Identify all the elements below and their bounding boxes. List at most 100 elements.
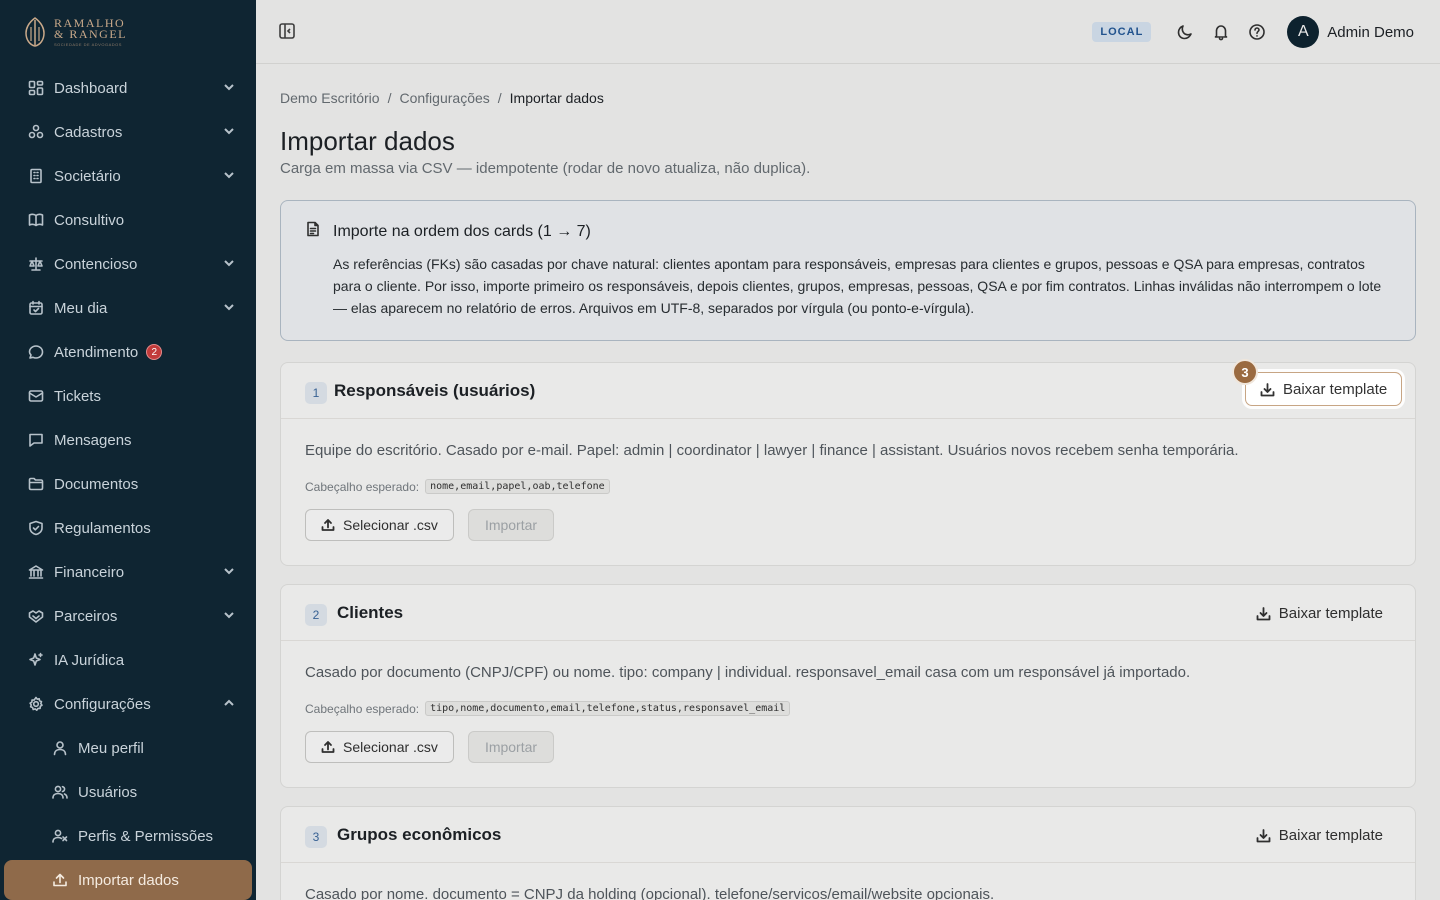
expected-header-code: tipo,nome,documento,email,telefone,statu… bbox=[425, 701, 791, 716]
breadcrumb-item[interactable]: Configurações bbox=[399, 90, 489, 106]
download-template-label: Baixar template bbox=[1283, 380, 1388, 398]
user-icon bbox=[51, 739, 69, 757]
import-button[interactable]: Importar bbox=[468, 509, 554, 541]
sidebar-subitem-importar-dados[interactable]: Importar dados bbox=[4, 860, 252, 900]
sidebar-item-cadastros[interactable]: Cadastros bbox=[0, 110, 256, 154]
help-icon[interactable] bbox=[1239, 16, 1275, 48]
breadcrumb-item[interactable]: Demo Escritório bbox=[280, 90, 380, 106]
sidebar-item-parceiros[interactable]: Parceiros bbox=[0, 594, 256, 638]
sidebar-item-financeiro[interactable]: Financeiro bbox=[0, 550, 256, 594]
expected-header-code: nome,email,papel,oab,telefone bbox=[425, 479, 610, 494]
sidebar-item-ia-juridica[interactable]: IA Jurídica bbox=[0, 638, 256, 682]
select-csv-button[interactable]: Selecionar .csv bbox=[305, 509, 454, 541]
sidebar-item-label: Tickets bbox=[54, 387, 101, 405]
user-cog-icon bbox=[51, 827, 69, 845]
chevron-down-icon bbox=[222, 80, 236, 94]
user-name[interactable]: Admin Demo bbox=[1327, 24, 1414, 41]
bell-icon[interactable] bbox=[1203, 16, 1239, 48]
download-template-button[interactable]: Baixar template bbox=[1242, 596, 1397, 630]
avatar[interactable]: A bbox=[1287, 16, 1320, 48]
step-number: 2 bbox=[305, 604, 327, 626]
tour-step-badge: 3 bbox=[1232, 359, 1258, 385]
download-template-button-highlighted[interactable]: Baixar template bbox=[1245, 372, 1403, 406]
sparkle-icon bbox=[27, 651, 45, 669]
import-button[interactable]: Importar bbox=[468, 731, 554, 763]
card-description: Casado por documento (CNPJ/CPF) ou nome.… bbox=[305, 664, 1191, 681]
sidebar-item-contencioso[interactable]: Contencioso bbox=[0, 242, 256, 286]
gear-icon bbox=[27, 695, 45, 713]
info-callout: Importe na ordem dos cards (1 → 7) As re… bbox=[280, 200, 1416, 341]
sidebar-item-label: Cadastros bbox=[54, 123, 123, 141]
upload-icon bbox=[51, 871, 69, 889]
moon-icon[interactable] bbox=[1167, 16, 1203, 48]
chevron-down-icon bbox=[222, 256, 236, 270]
sidebar-toggle-icon[interactable] bbox=[278, 22, 298, 42]
sidebar-item-label: IA Jurídica bbox=[54, 651, 125, 669]
brand-logo[interactable]: RAMALHO & RANGEL SOCIEDADE DE ADVOGADOS bbox=[0, 0, 256, 64]
breadcrumb-separator: / bbox=[497, 90, 502, 106]
page-subtitle: Carga em massa via CSV — idempotente (ro… bbox=[280, 160, 811, 177]
select-csv-label: Selecionar .csv bbox=[343, 739, 438, 755]
sidebar-subitem-perfis-permissoes[interactable]: Perfis & Permissões bbox=[0, 814, 256, 858]
upload-icon bbox=[321, 519, 335, 531]
sidebar-item-label: Mensagens bbox=[54, 431, 132, 449]
sidebar-item-atendimento[interactable]: Atendimento 2 bbox=[0, 330, 256, 374]
download-template-label: Baixar template bbox=[1278, 604, 1383, 622]
chat-icon bbox=[27, 343, 45, 361]
logo-mark-icon bbox=[25, 17, 45, 47]
card-title: Grupos econômicos bbox=[337, 825, 502, 844]
folder-icon bbox=[27, 475, 45, 493]
sidebar-item-consultivo[interactable]: Consultivo bbox=[0, 198, 256, 242]
sidebar-item-label: Documentos bbox=[54, 475, 139, 493]
sidebar-subitem-meu-perfil[interactable]: Meu perfil bbox=[0, 726, 256, 770]
step-number: 3 bbox=[305, 826, 327, 848]
top-header: LOCAL A Admin Demo bbox=[256, 0, 1440, 64]
info-body: As referências (FKs) são casadas por cha… bbox=[333, 256, 1382, 316]
sidebar-item-label: Regulamentos bbox=[54, 519, 151, 537]
sidebar-item-label: Consultivo bbox=[54, 211, 125, 229]
file-text-icon bbox=[305, 221, 323, 239]
expected-header-label: Cabeçalho esperado: bbox=[305, 479, 420, 494]
sidebar-item-label: Configurações bbox=[54, 695, 151, 713]
expected-header: Cabeçalho esperado: tipo,nome,documento,… bbox=[305, 701, 791, 716]
card-description: Casado por nome. documento = CNPJ da hol… bbox=[305, 886, 995, 900]
sidebar: RAMALHO & RANGEL SOCIEDADE DE ADVOGADOS … bbox=[0, 0, 256, 900]
chevron-down-icon bbox=[222, 564, 236, 578]
brand-line2: & RANGEL bbox=[54, 26, 127, 41]
sidebar-item-label: Atendimento bbox=[54, 343, 139, 361]
sidebar-item-label: Contencioso bbox=[54, 255, 138, 273]
chevron-down-icon bbox=[222, 300, 236, 314]
select-csv-button[interactable]: Selecionar .csv bbox=[305, 731, 454, 763]
bank-icon bbox=[27, 563, 45, 581]
sidebar-item-documentos[interactable]: Documentos bbox=[0, 462, 256, 506]
sidebar-item-configuracoes[interactable]: Configurações bbox=[0, 682, 256, 726]
sidebar-nav: Dashboard Cadastros Societário Consultiv… bbox=[0, 66, 256, 900]
building-icon bbox=[27, 167, 45, 185]
sidebar-item-societario[interactable]: Societário bbox=[0, 154, 256, 198]
page-title: Importar dados bbox=[280, 126, 455, 156]
header-actions: LOCAL A Admin Demo bbox=[1092, 16, 1414, 48]
sidebar-item-tickets[interactable]: Tickets bbox=[0, 374, 256, 418]
sidebar-item-label: Meu perfil bbox=[78, 739, 144, 757]
card-header: 3 Grupos econômicos Baixar template bbox=[281, 807, 1415, 863]
chevron-down-icon bbox=[222, 124, 236, 138]
step-number: 1 bbox=[305, 382, 327, 404]
download-template-button[interactable]: Baixar template bbox=[1242, 818, 1397, 852]
breadcrumb: Demo Escritório / Configurações / Import… bbox=[280, 90, 604, 106]
sidebar-item-meu-dia[interactable]: Meu dia bbox=[0, 286, 256, 330]
sidebar-item-label: Perfis & Permissões bbox=[78, 827, 214, 845]
sidebar-item-mensagens[interactable]: Mensagens bbox=[0, 418, 256, 462]
users-icon bbox=[51, 783, 69, 801]
upload-icon bbox=[321, 741, 335, 753]
sidebar-item-dashboard[interactable]: Dashboard bbox=[0, 66, 256, 110]
expected-header: Cabeçalho esperado: nome,email,papel,oab… bbox=[305, 479, 610, 494]
book-icon bbox=[27, 211, 45, 229]
dashboard-icon bbox=[27, 79, 45, 97]
sidebar-item-label: Usuários bbox=[78, 783, 138, 801]
chevron-down-icon bbox=[222, 608, 236, 622]
card-title: Responsáveis (usuários) bbox=[334, 381, 536, 400]
card-header: 2 Clientes Baixar template bbox=[281, 585, 1415, 641]
sidebar-item-regulamentos[interactable]: Regulamentos bbox=[0, 506, 256, 550]
sidebar-item-label: Dashboard bbox=[54, 79, 128, 97]
sidebar-subitem-usuarios[interactable]: Usuários bbox=[0, 770, 256, 814]
